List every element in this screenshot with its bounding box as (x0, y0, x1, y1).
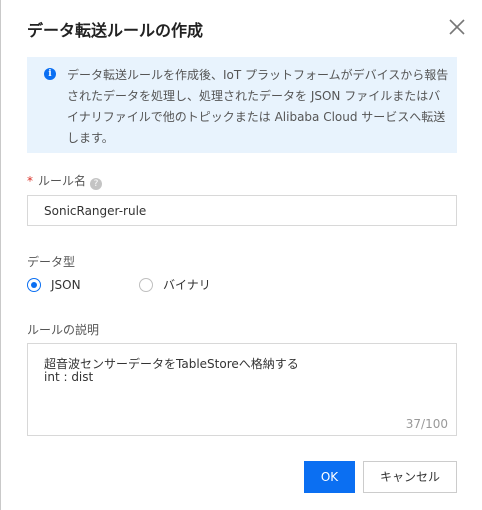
description-textarea[interactable]: 超音波センサーデータをTableStoreへ格納する int : dist 37… (27, 343, 457, 436)
radio-json-label: JSON (51, 278, 81, 292)
radio-json[interactable]: JSON (27, 278, 97, 294)
data-type-label: データ型 (27, 255, 76, 269)
question-circle-icon[interactable]: ? (90, 178, 103, 190)
dialog-edge (0, 0, 1, 510)
ok-button[interactable]: OK (304, 461, 355, 493)
create-rule-dialog: データ転送ルールの作成 i データ転送ルールを作成後、IoT プラットフォームが… (0, 0, 482, 510)
info-icon: i (44, 68, 56, 80)
info-banner: i データ転送ルールを作成後、IoT プラットフォームがデバイスから報告されたデ… (27, 57, 457, 153)
rule-name-label: * ルール名? (27, 172, 103, 190)
cancel-button[interactable]: キャンセル (363, 461, 457, 493)
radio-binary-label: バイナリ (163, 278, 211, 292)
description-line-2: int : dist (44, 370, 94, 384)
radio-json-circle[interactable] (27, 278, 41, 292)
close-icon[interactable] (446, 16, 468, 38)
dialog-title: データ転送ルールの作成 (27, 21, 204, 40)
description-label: ルールの説明 (27, 323, 100, 337)
rule-name-input[interactable] (27, 195, 457, 226)
character-counter: 37/100 (405, 417, 448, 431)
info-text: データ転送ルールを作成後、IoT プラットフォームがデバイスから報告されたデータ… (67, 68, 449, 145)
required-mark: * (27, 174, 33, 188)
radio-binary-circle[interactable] (139, 278, 153, 292)
radio-binary[interactable]: バイナリ (139, 278, 229, 294)
rule-name-label-text: ルール名 (38, 174, 87, 188)
